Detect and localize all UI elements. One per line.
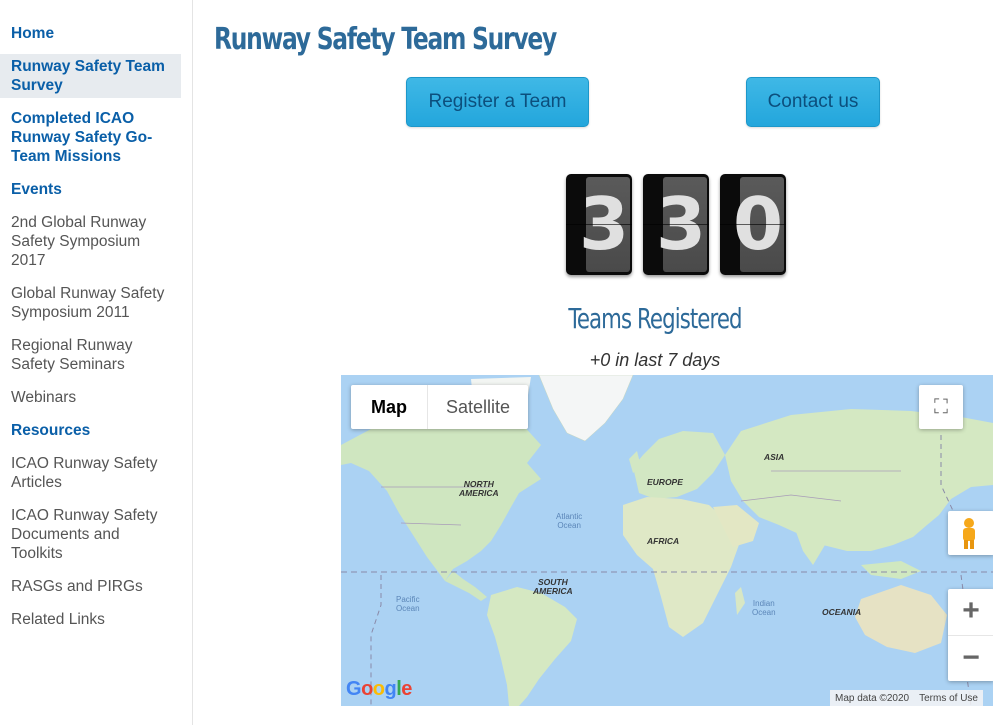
sidebar-item-documents-toolkits[interactable]: ICAO Runway Safety Documents and Toolkit…: [0, 503, 181, 566]
fullscreen-button[interactable]: ⛶: [919, 385, 963, 429]
zoom-control: + −: [948, 589, 993, 681]
teams-registered-label: Teams Registered: [568, 302, 742, 335]
map-label-asia: ASIA: [764, 452, 785, 462]
map-label-south-america: SOUTH AMERICA: [533, 577, 573, 596]
sidebar-item-resources[interactable]: Resources: [0, 418, 181, 443]
teams-counter: 3 3 0: [566, 174, 786, 275]
street-view-pegman-button[interactable]: [948, 511, 993, 555]
weekly-change-text: +0 in last 7 days: [589, 350, 721, 370]
register-team-button[interactable]: Register a Team: [406, 77, 589, 127]
map-label-indian-ocean: Indian Ocean: [752, 599, 776, 617]
map-label-europe: EUROPE: [647, 477, 683, 487]
map-label-atlantic-ocean: Atlantic Ocean: [556, 512, 583, 530]
map-label-pacific-ocean: Pacific Ocean: [396, 595, 420, 613]
map-type-map-button[interactable]: Map: [351, 385, 428, 429]
contact-us-button[interactable]: Contact us: [746, 77, 880, 127]
map-attribution-bar: Map data ©2020 Terms of Use: [830, 690, 983, 706]
world-map[interactable]: Map Satellite ⛶ + − NORTH AMERICA SOUTH …: [341, 375, 993, 706]
sidebar-nav: Home Runway Safety Team Survey Completed…: [0, 0, 193, 725]
sidebar-item-events[interactable]: Events: [0, 177, 181, 202]
sidebar-item-home[interactable]: Home: [0, 21, 181, 46]
sidebar-item-regional-seminars[interactable]: Regional Runway Safety Seminars: [0, 333, 181, 377]
page-title: Runway Safety Team Survey: [214, 22, 557, 57]
terms-of-use-link[interactable]: Terms of Use: [914, 693, 983, 704]
sidebar-item-go-team-missions[interactable]: Completed ICAO Runway Safety Go-Team Mis…: [0, 106, 181, 169]
pegman-icon: [963, 518, 975, 549]
map-label-africa: AFRICA: [647, 536, 680, 546]
zoom-in-button[interactable]: +: [948, 589, 993, 635]
map-type-control: Map Satellite: [351, 385, 529, 429]
map-label-oceania: OCEANIA: [822, 607, 862, 617]
sidebar-item-articles[interactable]: ICAO Runway Safety Articles: [0, 451, 181, 495]
map-label-north-america: NORTH AMERICA: [459, 479, 499, 498]
zoom-out-button[interactable]: −: [948, 635, 993, 681]
sidebar-item-runway-safety-team-survey[interactable]: Runway Safety Team Survey: [0, 54, 181, 98]
fullscreen-icon: ⛶: [934, 395, 948, 418]
map-type-satellite-button[interactable]: Satellite: [428, 385, 528, 429]
sidebar-item-rasgs-pirgs[interactable]: RASGs and PIRGs: [0, 574, 181, 599]
counter-digit: 3: [643, 174, 709, 275]
map-data-credit: Map data ©2020: [835, 692, 910, 704]
sidebar-item-symposium-2011[interactable]: Global Runway Safety Symposium 2011: [0, 281, 181, 325]
sidebar-item-related-links[interactable]: Related Links: [0, 607, 181, 632]
google-logo[interactable]: Google: [346, 678, 412, 701]
sidebar-item-webinars[interactable]: Webinars: [0, 385, 181, 410]
counter-digit: 0: [720, 174, 786, 275]
sidebar-item-symposium-2017[interactable]: 2nd Global Runway Safety Symposium 2017: [0, 210, 181, 273]
counter-digit: 3: [566, 174, 632, 275]
